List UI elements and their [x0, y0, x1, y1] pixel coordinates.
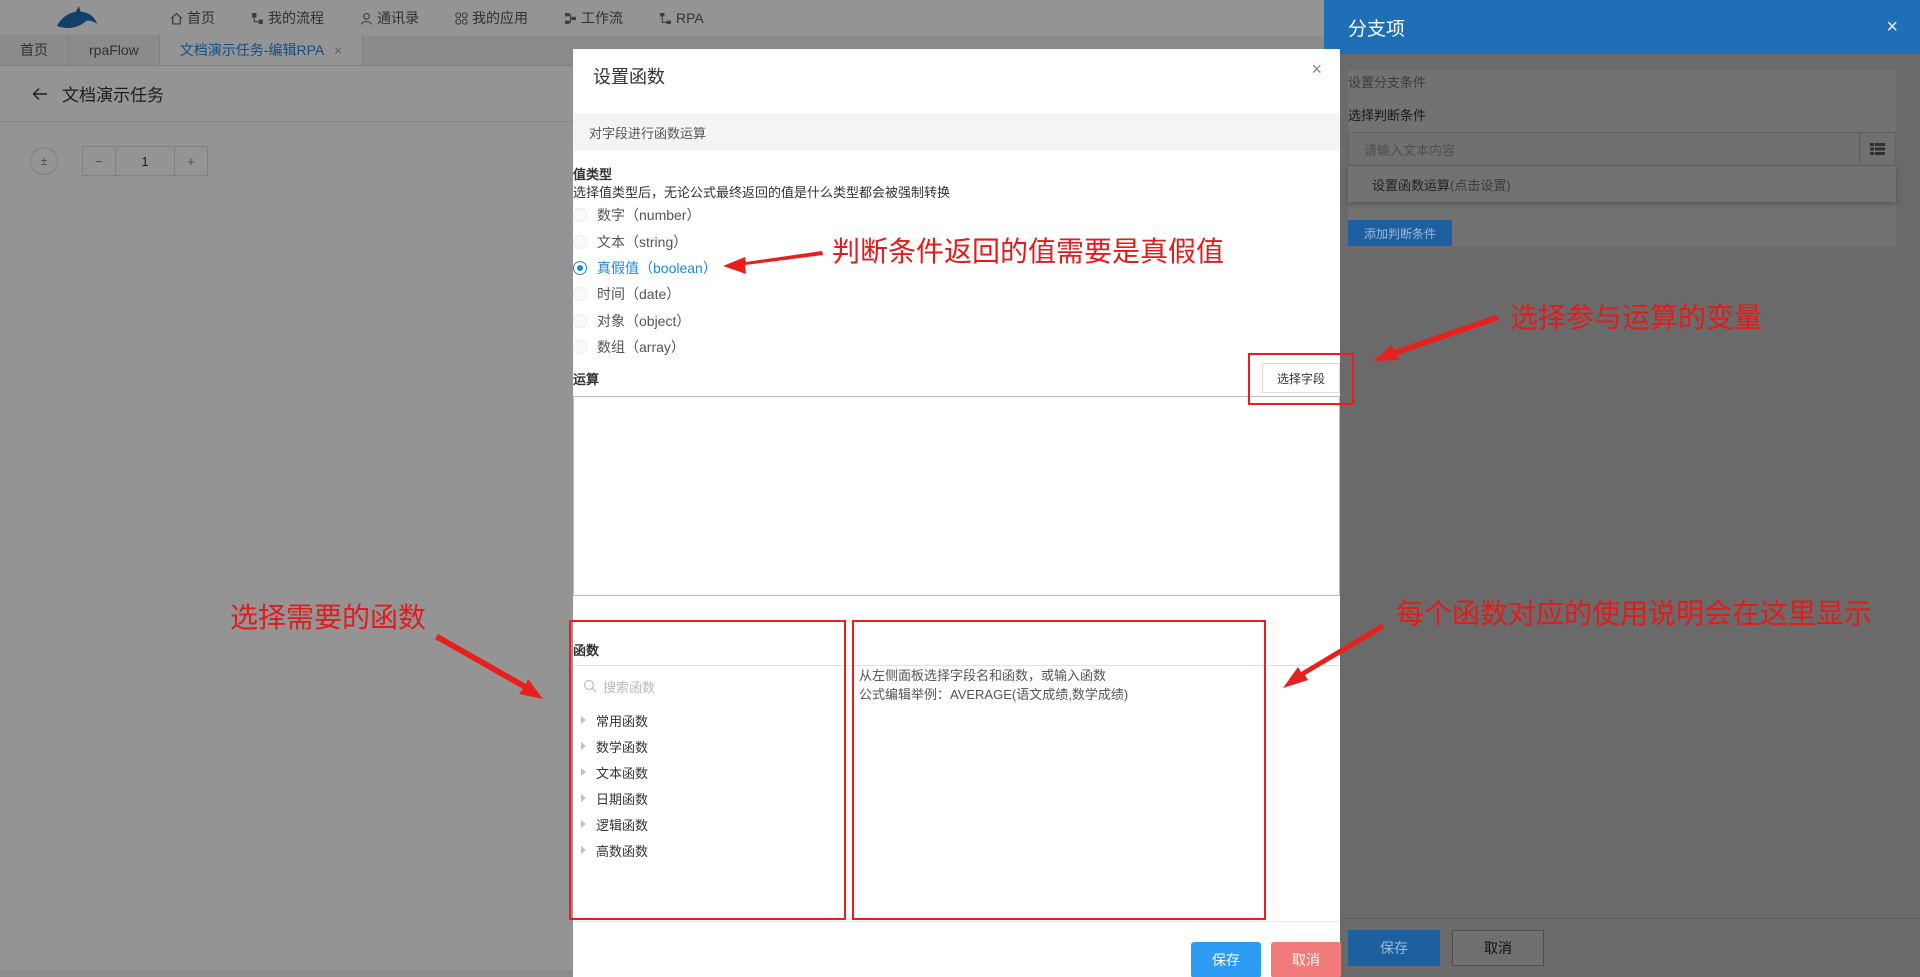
dropdown-item-hint: (点击设置): [1450, 177, 1511, 193]
radio-label: 数字（number）: [597, 207, 701, 224]
radio-circle[interactable]: [573, 287, 587, 302]
formula-editor[interactable]: [573, 396, 1340, 596]
drawer-cancel-button[interactable]: 取消: [1452, 930, 1544, 966]
radio-circle[interactable]: [573, 208, 587, 223]
close-icon[interactable]: ×: [1886, 16, 1898, 39]
drawer-body: 设置分支条件 选择判断条件 请输入文本内容 设置函数运算 (点击设置) 添加判断条…: [1348, 70, 1896, 246]
list-icon[interactable]: [1859, 133, 1895, 165]
radio-circle[interactable]: [573, 340, 587, 355]
cancel-button[interactable]: 取消: [1271, 942, 1341, 977]
radio-object[interactable]: 对象（object）: [573, 308, 717, 334]
add-condition-button[interactable]: 添加判断条件: [1348, 220, 1453, 246]
annotation-field-note: 选择参与运算的变量: [1510, 301, 1763, 334]
value-type-radio-group: 数字（number） 文本（string） 真假值（boolean） 时间（da…: [573, 202, 717, 360]
radio-array[interactable]: 数组（array）: [573, 334, 717, 360]
condition-input[interactable]: 请输入文本内容: [1348, 132, 1896, 166]
close-icon[interactable]: ×: [1311, 59, 1322, 80]
radio-string[interactable]: 文本（string）: [573, 228, 717, 254]
annotation-boolean-note: 判断条件返回的值需要是真假值: [832, 235, 1225, 268]
value-type-description: 选择值类型后，无论公式最终返回的值是什么类型都会被强制转换: [573, 185, 951, 200]
function-dropdown-item[interactable]: 设置函数运算 (点击设置): [1348, 166, 1896, 202]
drawer-title: 分支项: [1348, 18, 1406, 40]
radio-boolean[interactable]: 真假值（boolean）: [573, 255, 717, 281]
operation-title: 运算: [573, 372, 600, 387]
branch-drawer: 分支项 × 设置分支条件 选择判断条件 请输入文本内容 设置函数运算 (点击设置)…: [1324, 0, 1920, 977]
modal-title: 设置函数: [593, 67, 665, 87]
annotation-box-functions: [569, 620, 846, 920]
radio-label: 对象（object）: [597, 312, 691, 329]
section-label: 设置分支条件: [1348, 75, 1427, 90]
condition-label: 选择判断条件: [1348, 108, 1427, 123]
drawer-footer: 保存 取消: [1324, 918, 1920, 977]
radio-label: 文本（string）: [597, 233, 688, 250]
value-type-title: 值类型: [573, 167, 613, 182]
annotation-box-help: [852, 620, 1266, 920]
radio-date[interactable]: 时间（date）: [573, 281, 717, 307]
drawer-save-button[interactable]: 保存: [1348, 930, 1440, 966]
radio-number[interactable]: 数字（number）: [573, 202, 717, 228]
radio-label: 时间（date）: [597, 286, 681, 303]
input-placeholder: 请输入文本内容: [1364, 142, 1456, 158]
annotation-box-pick-field: [1248, 353, 1354, 405]
modal-footer-divider: [573, 921, 1340, 922]
dropdown-item-label: 设置函数运算: [1372, 177, 1451, 193]
radio-label: 数组（array）: [597, 339, 685, 356]
radio-label: 真假值（boolean）: [597, 259, 717, 276]
radio-circle[interactable]: [573, 234, 587, 249]
radio-circle[interactable]: [573, 260, 587, 275]
modal-subtitle: 对字段进行函数运算: [573, 113, 1340, 151]
annotation-function-note: 选择需要的函数: [230, 601, 427, 634]
radio-circle[interactable]: [573, 313, 587, 328]
save-button[interactable]: 保存: [1191, 942, 1261, 977]
drawer-header: 分支项 ×: [1324, 0, 1920, 54]
annotation-help-note: 每个函数对应的使用说明会在这里显示: [1396, 597, 1873, 630]
